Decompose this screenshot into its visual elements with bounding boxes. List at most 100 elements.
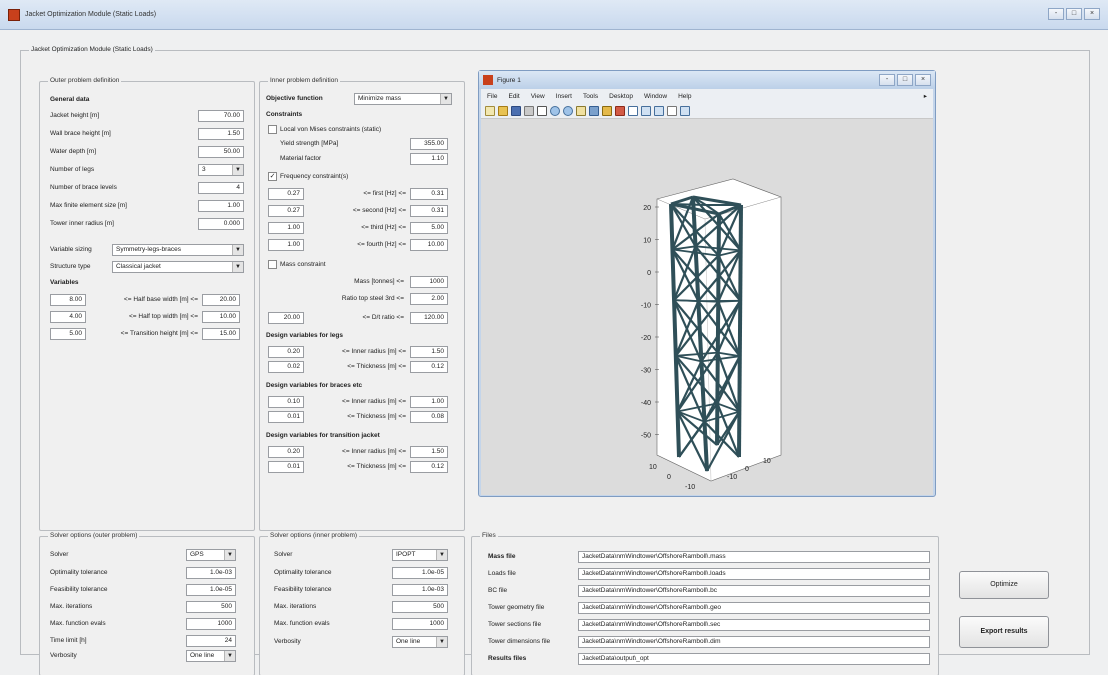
range-max-input[interactable]: 0.31 [410, 188, 448, 200]
menu-window[interactable]: Window [644, 93, 667, 100]
solver-inner-select[interactable]: IPOPT ▼ [392, 549, 448, 561]
menu-tools[interactable]: Tools [583, 93, 598, 100]
rotate-3d-icon[interactable] [589, 105, 599, 116]
hide-tools-icon[interactable] [667, 105, 677, 116]
solver-option-input[interactable]: 1.0e-05 [186, 584, 236, 596]
print-icon[interactable] [524, 105, 534, 116]
file-path-input[interactable]: JacketData\nmWindtower\OffshoreRamboll\.… [578, 551, 930, 563]
outer-param-input[interactable]: 1.00 [198, 200, 244, 212]
data-cursor-icon[interactable] [602, 105, 612, 116]
maximize-button[interactable]: □ [1066, 8, 1082, 20]
menu-desktop[interactable]: Desktop [609, 93, 633, 100]
range-max-input[interactable]: 0.31 [410, 205, 448, 217]
checkbox-box [268, 260, 277, 269]
legs-count-select[interactable]: 3 ▼ [198, 164, 244, 176]
outer-param-input[interactable]: 0.000 [198, 218, 244, 230]
new-figure-icon[interactable] [485, 105, 495, 116]
outer-param-input[interactable]: 1.50 [198, 128, 244, 140]
yield-input[interactable]: 355.00 [410, 138, 448, 150]
close-button[interactable]: × [1084, 8, 1100, 20]
range-min-input[interactable]: 0.27 [268, 205, 304, 217]
mass-checkbox[interactable]: Mass constraint [268, 260, 326, 269]
figure-close-button[interactable]: × [915, 74, 931, 86]
range-min-input[interactable]: 1.00 [268, 222, 304, 234]
brush-icon[interactable] [615, 105, 625, 116]
menu-file[interactable]: File [487, 93, 497, 100]
solver-option-input[interactable]: 500 [186, 601, 236, 613]
file-path-input[interactable]: JacketData\nmWindtower\OffshoreRamboll\.… [578, 568, 930, 580]
menu-help[interactable]: Help [678, 93, 691, 100]
menu-insert[interactable]: Insert [556, 93, 572, 100]
structure-type-select[interactable]: Classical jacket ▼ [112, 261, 244, 273]
range-min-input[interactable]: 5.00 [50, 328, 86, 340]
solver-option-input[interactable]: 1.0e-03 [392, 584, 448, 596]
range-min-input[interactable]: 4.00 [50, 311, 86, 323]
verbosity-inner-select[interactable]: One line ▼ [392, 636, 448, 648]
file-path-input[interactable]: JacketData\nmWindtower\OffshoreRamboll\.… [578, 585, 930, 597]
range-max-input[interactable]: 0.12 [410, 461, 448, 473]
range-max-input[interactable]: 0.12 [410, 361, 448, 373]
range-max-input[interactable]: 1.50 [410, 346, 448, 358]
legend-icon[interactable] [654, 105, 664, 116]
verbosity-outer-select[interactable]: One line ▼ [186, 650, 236, 662]
figure-maximize-button[interactable]: □ [897, 74, 913, 86]
variable-sizing-select[interactable]: Symmetry-legs-braces ▼ [112, 244, 244, 256]
colorbar-icon[interactable] [641, 105, 651, 116]
range-min-input[interactable]: 0.01 [268, 461, 304, 473]
range-min-input[interactable]: 0.20 [268, 346, 304, 358]
local-stress-checkbox[interactable]: Local von Mises constraints (static) [268, 125, 381, 134]
outer-param-input[interactable]: 4 [198, 182, 244, 194]
outer-param-input[interactable]: 50.00 [198, 146, 244, 158]
open-file-icon[interactable] [498, 105, 508, 116]
solver-option-input[interactable]: 1.0e-05 [392, 567, 448, 579]
range-min-input[interactable]: 8.00 [50, 294, 86, 306]
pan-icon[interactable] [576, 105, 586, 116]
menu-view[interactable]: View [531, 93, 545, 100]
dratio-min-input[interactable]: 20.00 [268, 312, 304, 324]
range-min-input[interactable]: 0.27 [268, 188, 304, 200]
export-results-button[interactable]: Export results [959, 616, 1049, 648]
objective-select[interactable]: Minimize mass ▼ [354, 93, 452, 105]
freq-checkbox[interactable]: ✓ Frequency constraint(s) [268, 172, 348, 181]
range-max-input[interactable]: 0.08 [410, 411, 448, 423]
solver-option-input[interactable]: 1000 [186, 618, 236, 630]
dock-icon[interactable] [680, 105, 690, 116]
range-max-input[interactable]: 5.00 [410, 222, 448, 234]
file-path-input[interactable]: JacketData\output\_opt [578, 653, 930, 665]
file-path-input[interactable]: JacketData\nmWindtower\OffshoreRamboll\.… [578, 619, 930, 631]
range-min-input[interactable]: 0.01 [268, 411, 304, 423]
solver-outer-select[interactable]: GPS ▼ [186, 549, 236, 561]
range-min-input[interactable]: 0.10 [268, 396, 304, 408]
range-min-input[interactable]: 0.02 [268, 361, 304, 373]
jacket-3d-plot[interactable]: 20 10 0 -10 -20 -30 -40 -50 10 0 -10 -10 0 10 [481, 119, 933, 495]
mass-param-input[interactable]: 2.00 [410, 293, 448, 305]
pointer-icon[interactable] [537, 105, 547, 116]
range-max-input[interactable]: 1.50 [410, 446, 448, 458]
mass-param-input[interactable]: 1000 [410, 276, 448, 288]
range-min-input[interactable]: 0.20 [268, 446, 304, 458]
solver-option-input[interactable]: 24 [186, 635, 236, 647]
solver-option-input[interactable]: 1000 [392, 618, 448, 630]
safety-input[interactable]: 1.10 [410, 153, 448, 165]
solver-option-input[interactable]: 500 [392, 601, 448, 613]
file-label: Tower geometry file [488, 604, 545, 611]
zoom-out-icon[interactable] [563, 105, 573, 116]
range-max-input[interactable]: 1.00 [410, 396, 448, 408]
menu-edit[interactable]: Edit [508, 93, 519, 100]
range-max-input[interactable]: 20.00 [202, 294, 240, 306]
link-plot-icon[interactable] [628, 105, 638, 116]
minimize-button[interactable]: - [1048, 8, 1064, 20]
file-path-input[interactable]: JacketData\nmWindtower\OffshoreRamboll\.… [578, 636, 930, 648]
range-max-input[interactable]: 15.00 [202, 328, 240, 340]
file-path-input[interactable]: JacketData\nmWindtower\OffshoreRamboll\.… [578, 602, 930, 614]
range-min-input[interactable]: 1.00 [268, 239, 304, 251]
save-icon[interactable] [511, 105, 521, 116]
zoom-in-icon[interactable] [550, 105, 560, 116]
range-max-input[interactable]: 10.00 [202, 311, 240, 323]
optimize-button[interactable]: Optimize [959, 571, 1049, 599]
solver-option-input[interactable]: 1.0e-03 [186, 567, 236, 579]
figure-minimize-button[interactable]: - [879, 74, 895, 86]
dratio-max-input[interactable]: 120.00 [410, 312, 448, 324]
range-max-input[interactable]: 10.00 [410, 239, 448, 251]
outer-param-input[interactable]: 70.00 [198, 110, 244, 122]
